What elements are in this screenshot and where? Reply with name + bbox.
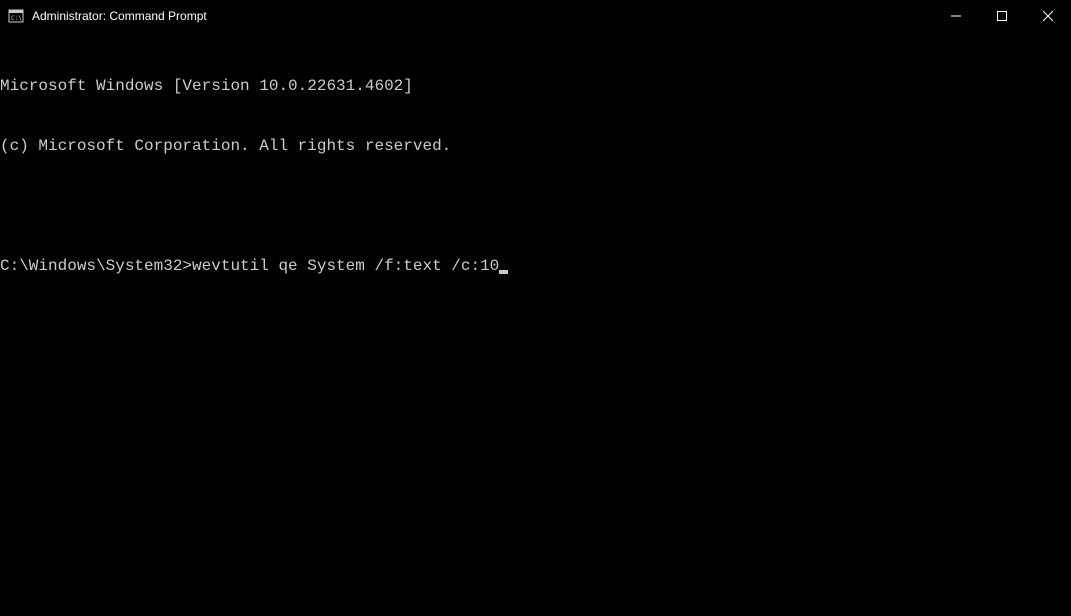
- command-text: wevtutil qe System /f:text /c:10: [192, 256, 499, 276]
- prompt-line: C:\Windows\System32>wevtutil qe System /…: [0, 256, 1071, 276]
- close-icon: [1043, 11, 1053, 21]
- copyright-line: (c) Microsoft Corporation. All rights re…: [0, 136, 1071, 156]
- title-bar: C:\ Administrator: Command Prompt: [0, 0, 1071, 32]
- maximize-icon: [997, 11, 1007, 21]
- window-title: Administrator: Command Prompt: [32, 9, 207, 23]
- version-line: Microsoft Windows [Version 10.0.22631.46…: [0, 76, 1071, 96]
- minimize-button[interactable]: [933, 0, 979, 32]
- window-controls: [933, 0, 1071, 32]
- svg-text:C:\: C:\: [11, 15, 22, 22]
- minimize-icon: [951, 11, 961, 21]
- blank-line: [0, 196, 1071, 216]
- close-button[interactable]: [1025, 0, 1071, 32]
- terminal-content[interactable]: Microsoft Windows [Version 10.0.22631.46…: [0, 32, 1071, 296]
- prompt-text: C:\Windows\System32>: [0, 256, 192, 276]
- cursor: [499, 270, 508, 274]
- maximize-button[interactable]: [979, 0, 1025, 32]
- title-left: C:\ Administrator: Command Prompt: [8, 8, 207, 24]
- cmd-icon: C:\: [8, 8, 24, 24]
